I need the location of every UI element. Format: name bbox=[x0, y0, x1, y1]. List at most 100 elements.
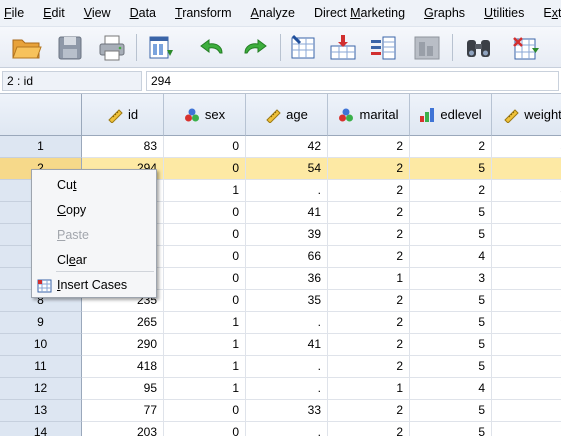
cell-edlevel[interactable]: 5 bbox=[410, 290, 492, 312]
cell-sex[interactable]: 0 bbox=[164, 246, 246, 268]
cell-weight[interactable]: 5 bbox=[492, 136, 561, 158]
row-header[interactable]: 10 bbox=[0, 334, 82, 356]
column-header-weight[interactable]: weight bbox=[492, 94, 561, 136]
cell-marital[interactable]: 2 bbox=[328, 136, 410, 158]
cell-edlevel[interactable]: 3 bbox=[410, 268, 492, 290]
variables-icon[interactable] bbox=[366, 32, 400, 63]
cell-marital[interactable]: 2 bbox=[328, 334, 410, 356]
cell-id[interactable]: 265 bbox=[82, 312, 164, 334]
paste-menu-item[interactable]: Paste bbox=[32, 224, 156, 246]
cell-age[interactable]: 42 bbox=[246, 136, 328, 158]
cell-edlevel[interactable]: 5 bbox=[410, 334, 492, 356]
cell-age[interactable]: 39 bbox=[246, 224, 328, 246]
menu-data[interactable]: Data bbox=[130, 6, 156, 20]
cell-age[interactable]: 41 bbox=[246, 202, 328, 224]
cell-marital[interactable]: 1 bbox=[328, 378, 410, 400]
column-header-marital[interactable]: marital bbox=[328, 94, 410, 136]
cell-weight[interactable]: 6 bbox=[492, 202, 561, 224]
cell-weight[interactable]: 9 bbox=[492, 312, 561, 334]
cell-age[interactable]: 33 bbox=[246, 400, 328, 422]
find-icon[interactable] bbox=[462, 32, 496, 63]
cell-sex[interactable]: 1 bbox=[164, 312, 246, 334]
save-icon[interactable] bbox=[53, 32, 87, 63]
run-descriptives-icon[interactable] bbox=[410, 32, 444, 63]
cell-marital[interactable]: 2 bbox=[328, 202, 410, 224]
cell-weight[interactable]: 6 bbox=[492, 158, 561, 180]
column-header-sex[interactable]: sex bbox=[164, 94, 246, 136]
cell-marital[interactable]: 2 bbox=[328, 312, 410, 334]
cell-sex[interactable]: 0 bbox=[164, 202, 246, 224]
cell-id[interactable]: 418 bbox=[82, 356, 164, 378]
column-header-edlevel[interactable]: edlevel bbox=[410, 94, 492, 136]
cell-id[interactable]: 83 bbox=[82, 136, 164, 158]
cell-age[interactable]: . bbox=[246, 312, 328, 334]
cell-marital[interactable]: 2 bbox=[328, 224, 410, 246]
cell-id[interactable]: 290 bbox=[82, 334, 164, 356]
cell-edlevel[interactable]: 5 bbox=[410, 158, 492, 180]
cell-weight[interactable]: 6 bbox=[492, 246, 561, 268]
cell-weight[interactable]: 7 bbox=[492, 334, 561, 356]
menu-extensions[interactable]: Exte bbox=[543, 6, 561, 20]
grid-corner[interactable] bbox=[0, 94, 82, 136]
menu-transform[interactable]: Transform bbox=[175, 6, 232, 20]
column-header-id[interactable]: id bbox=[82, 94, 164, 136]
open-folder-icon[interactable] bbox=[10, 32, 44, 63]
cell-weight[interactable]: 7 bbox=[492, 422, 561, 436]
cell-age[interactable]: 54 bbox=[246, 158, 328, 180]
undo-icon[interactable] bbox=[195, 32, 229, 63]
menu-direct-marketing[interactable]: Direct Marketing bbox=[314, 6, 405, 20]
cell-age[interactable]: 41 bbox=[246, 334, 328, 356]
cell-sex[interactable]: 0 bbox=[164, 224, 246, 246]
menu-graphs[interactable]: Graphs bbox=[424, 6, 465, 20]
row-header[interactable]: 14 bbox=[0, 422, 82, 436]
cell-age[interactable]: . bbox=[246, 422, 328, 436]
goto-variable-icon[interactable] bbox=[326, 32, 360, 63]
cell-value-field[interactable]: 294 bbox=[146, 71, 559, 91]
print-icon[interactable] bbox=[95, 32, 129, 63]
cell-age[interactable]: 66 bbox=[246, 246, 328, 268]
cell-age[interactable]: 36 bbox=[246, 268, 328, 290]
cell-marital[interactable]: 1 bbox=[328, 268, 410, 290]
cell-age[interactable]: . bbox=[246, 378, 328, 400]
cell-edlevel[interactable]: 5 bbox=[410, 312, 492, 334]
cell-weight[interactable]: 7 bbox=[492, 378, 561, 400]
cell-sex[interactable]: 1 bbox=[164, 334, 246, 356]
copy-menu-item[interactable]: Copy bbox=[32, 199, 156, 221]
cell-sex[interactable]: 1 bbox=[164, 378, 246, 400]
cell-weight[interactable]: 8 bbox=[492, 180, 561, 202]
row-header[interactable]: 13 bbox=[0, 400, 82, 422]
cell-weight[interactable]: 6 bbox=[492, 400, 561, 422]
cell-age[interactable]: 35 bbox=[246, 290, 328, 312]
cell-marital[interactable]: 2 bbox=[328, 356, 410, 378]
menu-utilities[interactable]: Utilities bbox=[484, 6, 524, 20]
row-header[interactable]: 11 bbox=[0, 356, 82, 378]
cell-sex[interactable]: 0 bbox=[164, 422, 246, 436]
cell-sex[interactable]: 0 bbox=[164, 136, 246, 158]
cell-marital[interactable]: 2 bbox=[328, 290, 410, 312]
cut-menu-item[interactable]: Cut bbox=[32, 174, 156, 196]
cell-sex[interactable]: 1 bbox=[164, 180, 246, 202]
menu-view[interactable]: View bbox=[84, 6, 111, 20]
cell-sex[interactable]: 0 bbox=[164, 268, 246, 290]
cell-weight[interactable]: 7 bbox=[492, 290, 561, 312]
cell-weight[interactable]: 6 bbox=[492, 224, 561, 246]
cell-edlevel[interactable]: 4 bbox=[410, 246, 492, 268]
cell-id[interactable]: 203 bbox=[82, 422, 164, 436]
clear-menu-item[interactable]: Clear bbox=[32, 249, 156, 271]
cell-age[interactable]: . bbox=[246, 180, 328, 202]
menu-analyze[interactable]: Analyze bbox=[251, 6, 295, 20]
cell-edlevel[interactable]: 5 bbox=[410, 422, 492, 436]
recall-dialog-icon[interactable] bbox=[145, 32, 179, 63]
menu-edit[interactable]: Edit bbox=[43, 6, 65, 20]
cell-id[interactable]: 95 bbox=[82, 378, 164, 400]
insert-cases-icon[interactable] bbox=[508, 32, 542, 63]
cell-sex[interactable]: 0 bbox=[164, 290, 246, 312]
cell-sex[interactable]: 0 bbox=[164, 158, 246, 180]
cell-edlevel[interactable]: 4 bbox=[410, 378, 492, 400]
cell-edlevel[interactable]: 5 bbox=[410, 400, 492, 422]
cell-sex[interactable]: 0 bbox=[164, 400, 246, 422]
cell-edlevel[interactable]: 5 bbox=[410, 202, 492, 224]
cell-id[interactable]: 77 bbox=[82, 400, 164, 422]
cell-edlevel[interactable]: 5 bbox=[410, 356, 492, 378]
cell-edlevel[interactable]: 5 bbox=[410, 224, 492, 246]
